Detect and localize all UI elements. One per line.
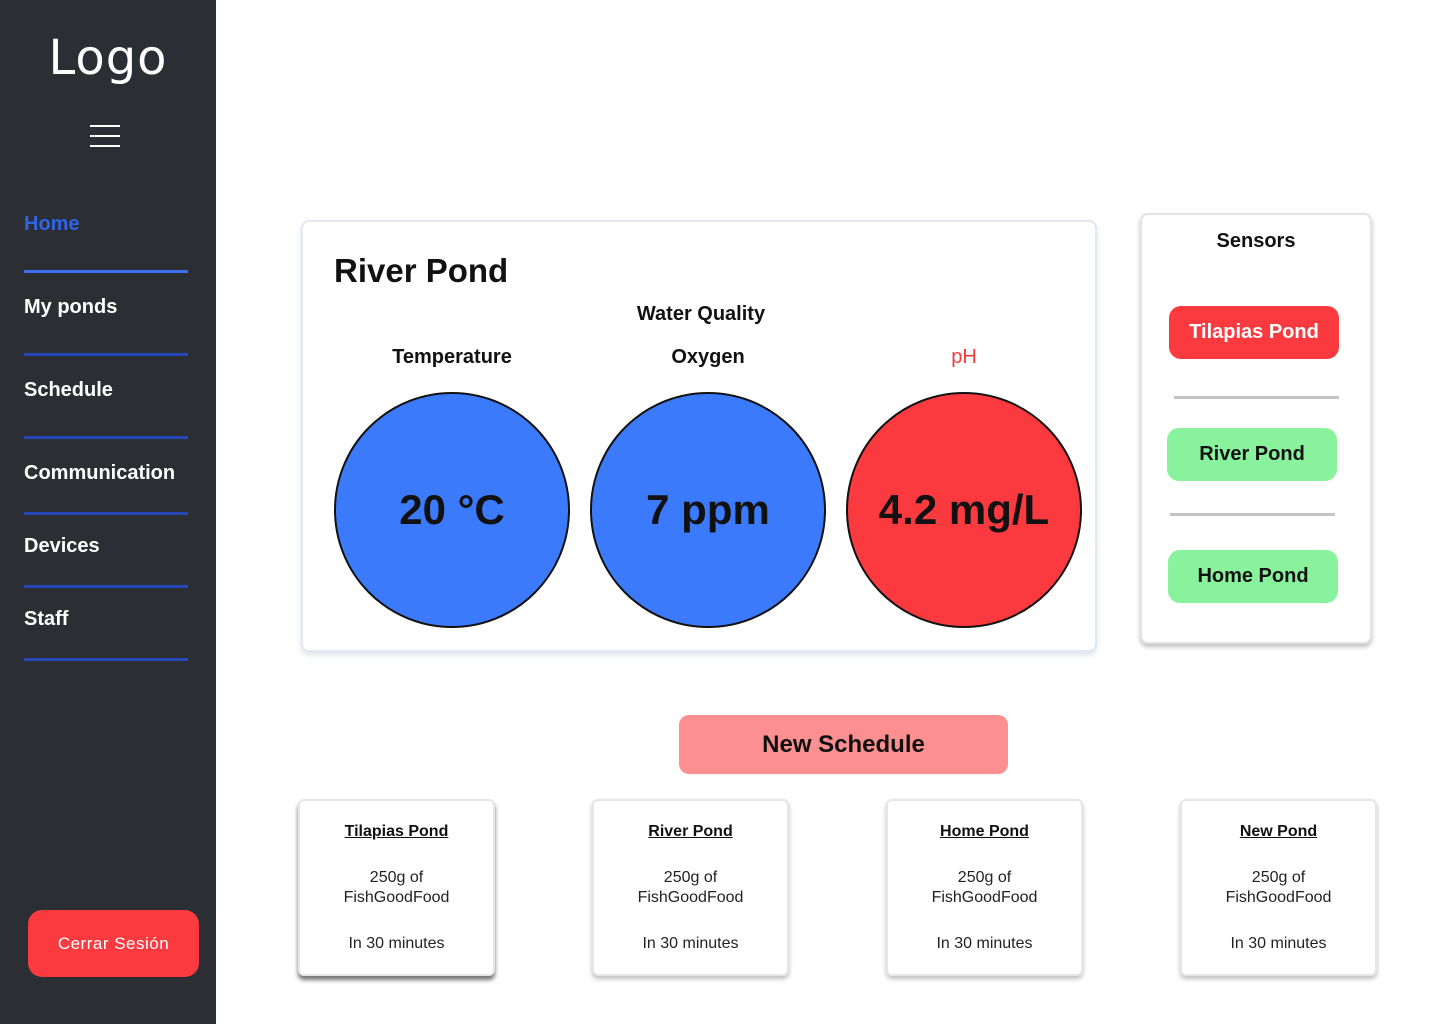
sensor-tilapias-pond-button[interactable]: Tilapias Pond bbox=[1169, 306, 1339, 359]
nav-item-my-ponds[interactable]: My ponds bbox=[24, 296, 188, 356]
hamburger-icon[interactable] bbox=[90, 125, 120, 149]
schedule-time: In 30 minutes bbox=[1230, 935, 1327, 952]
sensor-divider bbox=[1170, 513, 1335, 516]
logout-button[interactable]: Cerrar Sesión bbox=[28, 910, 199, 977]
sensor-home-pond-button[interactable]: Home Pond bbox=[1168, 550, 1338, 603]
nav-underline bbox=[24, 436, 188, 439]
schedule-time: In 30 minutes bbox=[348, 935, 445, 952]
schedule-card[interactable]: New Pond 250g of FishGoodFood In 30 minu… bbox=[1180, 799, 1377, 976]
sensor-divider bbox=[1174, 396, 1339, 399]
water-quality-heading: Water Quality bbox=[636, 303, 766, 325]
nav-item-label: Communication bbox=[24, 462, 176, 484]
water-quality-card: River Pond Water Quality Temperature 20 … bbox=[301, 220, 1097, 652]
metric-gauge: 7 ppm bbox=[590, 392, 826, 628]
schedule-card[interactable]: Tilapias Pond 250g of FishGoodFood In 30… bbox=[298, 799, 495, 976]
sensors-title: Sensors bbox=[1216, 230, 1296, 252]
metric-oxygen: Oxygen 7 ppm bbox=[590, 346, 826, 628]
schedule-amount-line: 250g of bbox=[1251, 869, 1306, 886]
schedule-amount: 250g of FishGoodFood bbox=[1182, 868, 1375, 908]
nav-item-staff[interactable]: Staff bbox=[24, 601, 188, 661]
metric-ph: pH 4.2 mg/L bbox=[846, 346, 1082, 628]
sidebar: Logo Home My ponds Schedule Communicatio… bbox=[0, 0, 216, 1024]
schedule-amount-line: FishGoodFood bbox=[1225, 889, 1332, 906]
schedule-amount: 250g of FishGoodFood bbox=[888, 868, 1081, 908]
metric-gauge: 20 °C bbox=[334, 392, 570, 628]
nav-underline bbox=[24, 270, 188, 273]
nav-item-devices[interactable]: Devices bbox=[24, 528, 188, 588]
nav-item-schedule[interactable]: Schedule bbox=[24, 379, 188, 439]
nav-item-home[interactable]: Home bbox=[24, 213, 188, 273]
schedule-card[interactable]: Home Pond 250g of FishGoodFood In 30 min… bbox=[886, 799, 1083, 976]
nav-item-label: My ponds bbox=[24, 296, 118, 318]
nav-underline bbox=[24, 658, 188, 661]
nav-item-communication[interactable]: Communication bbox=[24, 455, 188, 515]
schedule-card[interactable]: River Pond 250g of FishGoodFood In 30 mi… bbox=[592, 799, 789, 976]
new-schedule-button[interactable]: New Schedule bbox=[679, 715, 1008, 774]
sensors-card: Sensors Tilapias Pond River Pond Home Po… bbox=[1140, 213, 1372, 644]
schedule-amount-line: 250g of bbox=[663, 869, 718, 886]
sensor-river-pond-button[interactable]: River Pond bbox=[1167, 428, 1337, 481]
schedule-amount-line: FishGoodFood bbox=[931, 889, 1038, 906]
schedule-amount: 250g of FishGoodFood bbox=[300, 868, 493, 908]
schedule-time: In 30 minutes bbox=[936, 935, 1033, 952]
schedule-pond-name[interactable]: Tilapias Pond bbox=[300, 823, 493, 841]
schedule-amount: 250g of FishGoodFood bbox=[594, 868, 787, 908]
metric-label: pH bbox=[951, 346, 977, 368]
nav-underline bbox=[24, 512, 188, 515]
pond-title: River Pond bbox=[334, 252, 509, 289]
metric-gauge: 4.2 mg/L bbox=[846, 392, 1082, 628]
nav-underline bbox=[24, 353, 188, 356]
schedule-amount-line: 250g of bbox=[957, 869, 1012, 886]
metric-temperature: Temperature 20 °C bbox=[334, 346, 570, 628]
schedule-pond-name[interactable]: New Pond bbox=[1182, 823, 1375, 841]
schedule-amount-line: 250g of bbox=[369, 869, 424, 886]
metric-label: Temperature bbox=[392, 346, 512, 368]
schedule-pond-name[interactable]: River Pond bbox=[594, 823, 787, 841]
nav-underline bbox=[24, 585, 188, 588]
schedule-amount-line: FishGoodFood bbox=[637, 889, 744, 906]
nav-item-label: Devices bbox=[24, 535, 100, 557]
nav-item-label: Home bbox=[24, 213, 80, 235]
schedule-time: In 30 minutes bbox=[642, 935, 739, 952]
metric-label: Oxygen bbox=[671, 346, 745, 368]
nav-item-label: Staff bbox=[24, 608, 69, 630]
schedule-amount-line: FishGoodFood bbox=[343, 889, 450, 906]
nav-item-label: Schedule bbox=[24, 379, 113, 401]
schedule-pond-name[interactable]: Home Pond bbox=[888, 823, 1081, 841]
logo: Logo bbox=[48, 30, 168, 86]
